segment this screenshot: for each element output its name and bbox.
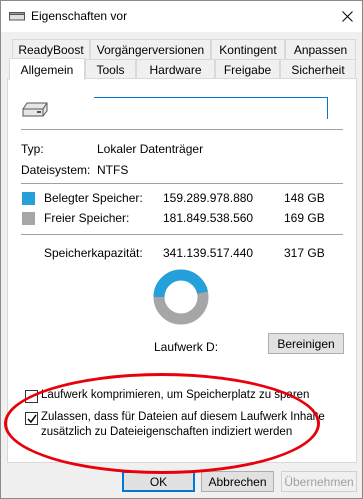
filesystem-value: NTFS xyxy=(97,163,129,177)
used-space-label: Belegter Speicher: xyxy=(44,191,143,205)
tab-security[interactable]: Sicherheit xyxy=(280,59,356,79)
separator xyxy=(21,234,343,235)
window-title: Eigenschaften vor xyxy=(31,9,128,23)
index-label-line1: Zulassen, dass für Dateien auf diesem La… xyxy=(41,411,325,423)
free-space-size: 169 GB xyxy=(284,211,325,225)
tab-readyboost[interactable]: ReadyBoost xyxy=(12,39,90,59)
capacity-size: 317 GB xyxy=(284,246,325,260)
tab-customize[interactable]: Anpassen xyxy=(285,39,356,59)
drive-letter-label: Laufwerk D: xyxy=(154,340,219,354)
type-value: Lokaler Datenträger xyxy=(97,142,204,156)
apply-button[interactable]: Übernehmen xyxy=(281,471,357,492)
close-button[interactable] xyxy=(332,1,362,31)
tab-sharing[interactable]: Freigabe xyxy=(215,59,280,79)
tab-tools[interactable]: Tools xyxy=(85,59,136,79)
free-space-label: Freier Speicher: xyxy=(44,211,130,225)
index-label-line2: zusätzlich zu Dateieigenschaften indizie… xyxy=(41,426,293,438)
drive-icon xyxy=(22,102,48,117)
capacity-label: Speicherkapazität: xyxy=(44,246,143,260)
capacity-bytes: 341.139.517.440 xyxy=(163,246,254,260)
tab-general[interactable]: Allgemein xyxy=(9,58,85,80)
properties-window: Eigenschaften vor ReadyBoost Vorgängerve… xyxy=(0,0,363,499)
index-checkbox[interactable] xyxy=(25,412,38,425)
cleanup-button[interactable]: Bereinigen xyxy=(268,333,344,354)
filesystem-label: Dateisystem: xyxy=(21,163,91,177)
used-space-size: 148 GB xyxy=(284,191,325,205)
general-panel: Typ: Lokaler Datenträger Dateisystem: NT… xyxy=(7,78,357,463)
cancel-button[interactable]: Abbrechen xyxy=(201,471,274,492)
used-space-bytes: 159.289.978.880 xyxy=(163,191,254,205)
type-label: Typ: xyxy=(21,142,44,156)
separator xyxy=(21,183,343,184)
compress-checkbox[interactable] xyxy=(25,390,38,403)
title-bar: Eigenschaften vor xyxy=(1,1,362,32)
free-space-swatch xyxy=(22,212,35,225)
drive-icon xyxy=(9,12,25,21)
close-icon xyxy=(341,10,353,22)
used-space-swatch xyxy=(22,192,35,205)
disk-usage-donut xyxy=(153,269,209,325)
ok-button[interactable]: OK xyxy=(122,471,195,492)
tab-quota[interactable]: Kontingent xyxy=(211,39,285,59)
drive-name-input[interactable] xyxy=(94,97,328,119)
compress-label: Laufwerk komprimieren, um Speicherplatz … xyxy=(41,389,310,401)
checkmark-icon xyxy=(26,414,37,423)
tab-previous-versions[interactable]: Vorgängerversionen xyxy=(90,39,211,59)
tab-hardware[interactable]: Hardware xyxy=(136,59,215,79)
free-space-bytes: 181.849.538.560 xyxy=(163,211,254,225)
separator xyxy=(21,129,343,130)
